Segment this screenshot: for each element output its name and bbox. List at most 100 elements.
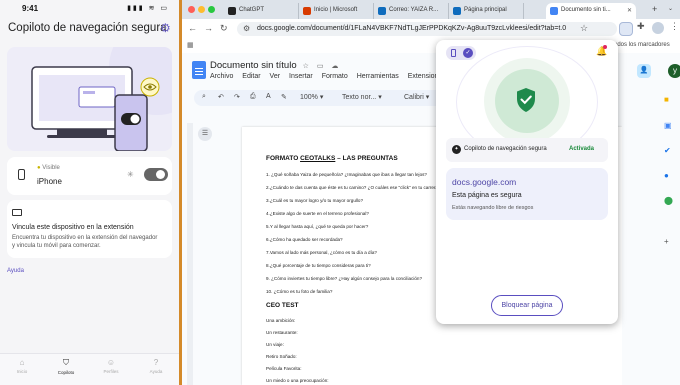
paint-format-icon[interactable]: ✎ (281, 93, 287, 101)
clock: 9:41 (22, 4, 39, 13)
browser-tab[interactable]: ChatGPT (224, 3, 299, 19)
question-line: 10. ¿Cómo es tu foto de familia? (266, 289, 333, 294)
copilot-status: Activada (569, 146, 595, 152)
status-icons: ▮▮▮ ≋ ▭ (127, 5, 169, 12)
add-addon-icon[interactable]: + (664, 237, 669, 246)
question-line: 3.¿Cuál es tu mayor logro y/o tu mayor o… (266, 198, 364, 203)
section-heading: CEO TEST (266, 302, 299, 309)
browser-tab[interactable]: Inicio | Microsoft (299, 3, 374, 19)
calendar-icon[interactable]: ▣ (664, 121, 672, 130)
spellcheck-icon[interactable]: A (266, 93, 271, 100)
home-icon: ⌂ (19, 358, 25, 367)
tab-inicio[interactable]: ⌂ Inicio (4, 358, 40, 374)
site-info-icon[interactable]: ⚙ (243, 24, 250, 33)
visibility-label: ● Visible (37, 165, 60, 171)
copilot-extension-popup: ✓ 🔔 ✦ Copiloto de navegación segura Acti… (436, 40, 618, 324)
undo-icon[interactable]: ↶ (218, 93, 224, 101)
question-line: 2.¿Cuándo te das cuenta que éste es tu c… (266, 185, 439, 190)
copilot-status-row: ✦ Copiloto de navegación segura Activada (446, 138, 608, 162)
zoom-select[interactable]: 100% ▾ (300, 93, 323, 101)
site-domain: docs.google.com (452, 177, 517, 187)
copilot-extension-button[interactable] (619, 22, 633, 36)
new-tab-button[interactable]: + (652, 4, 657, 14)
browser-tab[interactable]: Correo: YAIZA R... (374, 3, 449, 19)
hero-illustration (7, 47, 172, 151)
extensions-icon[interactable]: ✚ (637, 21, 645, 32)
link-card-title: Vincula este dispositivo en la extensión (12, 224, 134, 231)
copilot-label: Copiloto de navegación segura (464, 146, 547, 152)
share-person-icon[interactable]: 👤 (637, 64, 651, 78)
site-status: Esta página es segura (452, 192, 522, 199)
menu-insertar[interactable]: Insertar (289, 73, 313, 80)
mobile-app: 9:41 ▮▮▮ ≋ ▭ Copiloto de navegación segu… (0, 0, 179, 385)
menu-ver[interactable]: Ver (270, 73, 281, 80)
tab-copiloto[interactable]: ⛉ Copiloto (48, 358, 84, 375)
app-title: Copiloto de navegación segura (8, 22, 167, 34)
menu-formato[interactable]: Formato (322, 73, 348, 80)
avatar[interactable]: y (668, 64, 680, 78)
browser-tab[interactable]: Página principal (449, 3, 524, 19)
smartphone-icon (18, 169, 25, 180)
document-title[interactable]: Documento sin título ☆ ▭ ☁ (210, 60, 341, 71)
menu-archivo[interactable]: Archivo (210, 73, 233, 80)
back-button[interactable]: ← (188, 23, 197, 33)
print-icon[interactable]: ⎙ (250, 93, 256, 101)
tab-perfiles[interactable]: ☺ Perfiles (93, 358, 129, 374)
vertical-ruler (187, 123, 193, 385)
address-bar[interactable]: ⚙ docs.google.com/document/d/1FLaN4VBKF7… (237, 22, 617, 36)
menu-editar[interactable]: Editar (242, 73, 260, 80)
site-status-sub: Estás navegando libre de riesgos (452, 205, 534, 211)
test-line: Retiro Soñado: (266, 354, 297, 359)
link-device-card: Vincula este dispositivo en la extensión… (7, 200, 172, 258)
profile-icon[interactable] (652, 22, 664, 34)
zoom-window-button[interactable] (208, 6, 215, 13)
font-select[interactable]: Calibri ▾ (404, 93, 429, 101)
help-link[interactable]: Ayuda (7, 268, 24, 274)
url-text: docs.google.com/document/d/1FLaN4VBKF7Nd… (257, 25, 567, 32)
shield-icon: ⛉ (63, 358, 69, 367)
device-card: ● Visible iPhone ✳ (7, 157, 172, 195)
menu-kebab-icon[interactable]: ⋮ (670, 21, 679, 32)
question-line: 5.Y al llegar hasta aquí, ¿qué te queda … (266, 224, 369, 229)
minimize-window-button[interactable] (198, 6, 205, 13)
device-switcher[interactable]: ✓ (446, 46, 476, 60)
document-heading: FORMATO CEOTALKS – LAS PREGUNTAS (266, 155, 398, 162)
device-toggle[interactable] (144, 168, 168, 181)
side-panel-rail: 👤 y ■ ▣ ✔ ● ⬤ + (622, 53, 680, 385)
outline-icon[interactable]: ☰ (198, 127, 212, 141)
docs-menubar: Archivo Editar Ver Insertar Formato Herr… (210, 73, 453, 80)
tasks-icon[interactable]: ✔ (664, 146, 671, 155)
all-bookmarks-label[interactable]: odos los marcadores (614, 42, 670, 48)
reload-button[interactable]: ↻ (220, 23, 228, 34)
bell-icon[interactable]: 🔔 (596, 45, 607, 57)
copilot-logo-icon: ✦ (452, 145, 461, 154)
maps-icon[interactable]: ⬤ (664, 196, 673, 205)
status-bar: 9:41 ▮▮▮ ≋ ▭ (0, 0, 179, 16)
docs-logo-icon[interactable] (192, 61, 206, 79)
chevron-down-icon[interactable]: ⌄ (668, 5, 673, 12)
style-select[interactable]: Texto nor... ▾ (342, 93, 382, 101)
apps-grid-icon[interactable]: ▦ (187, 41, 194, 49)
browser-tab-active[interactable]: Documento sin ti... ✕ (546, 3, 636, 19)
test-line: Una ambición: (266, 318, 296, 323)
test-line: Un miedo o una preocupación: (266, 378, 329, 383)
gear-icon[interactable]: ⚙ (160, 21, 171, 35)
bookmark-star-icon[interactable]: ☆ (580, 23, 588, 34)
chatgpt-icon (228, 7, 236, 15)
redo-icon[interactable]: ↷ (234, 93, 240, 101)
keep-icon[interactable]: ■ (664, 95, 669, 104)
contacts-icon[interactable]: ● (664, 171, 669, 180)
question-line: 4.¿Existe algo de suerte en el terreno p… (266, 211, 369, 216)
search-icon[interactable]: ⌕ (202, 93, 206, 101)
close-window-button[interactable] (188, 6, 195, 13)
close-tab-icon[interactable]: ✕ (627, 7, 632, 14)
tab-ayuda[interactable]: ? Ayuda (138, 358, 174, 374)
forward-button[interactable]: → (204, 23, 213, 33)
sparkle-icon: ✳ (127, 170, 134, 179)
question-line: 9. ¿Cómo inviertes tu tiempo libre? ¿Hay… (266, 276, 423, 281)
bottom-tab-bar: ⌂ Inicio ⛉ Copiloto ☺ Perfiles ? Ayuda (0, 353, 179, 385)
menu-herramientas[interactable]: Herramientas (357, 73, 399, 80)
block-page-button[interactable]: Bloquear página (491, 295, 563, 316)
test-line: Un restaurante: (266, 330, 298, 335)
profiles-icon: ☺ (106, 358, 116, 367)
